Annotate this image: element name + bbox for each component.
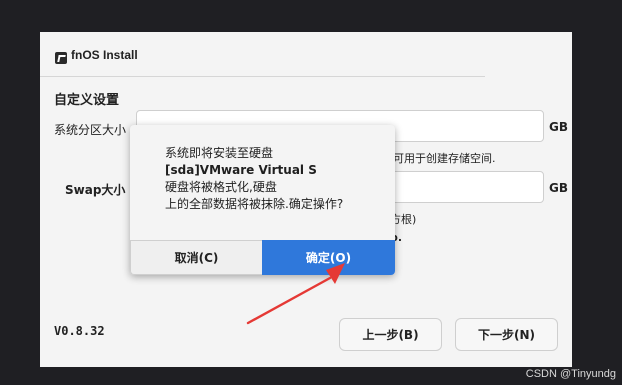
dialog-buttons: 取消(C) 确定(O) xyxy=(130,240,395,275)
titlebar-divider xyxy=(40,76,485,77)
swap-size-label: Swap大小 xyxy=(65,183,126,197)
fnos-logo-icon xyxy=(55,52,67,64)
dialog-message-line-4: 上的全部数据将被抹除.确定操作? xyxy=(165,197,344,211)
confirm-install-dialog: 系统即将安装至硬盘 [sda]VMware Virtual S 硬盘将被格式化,… xyxy=(130,125,395,275)
cancel-button[interactable]: 取消(C) xyxy=(130,240,262,275)
confirm-button[interactable]: 确定(O) xyxy=(262,240,395,275)
previous-step-button[interactable]: 上一步(B) xyxy=(339,318,442,351)
dialog-message: 系统即将安装至硬盘 [sda]VMware Virtual S 硬盘将被格式化,… xyxy=(165,145,385,213)
section-title: 自定义设置 xyxy=(54,93,120,108)
watermark: CSDN @Tinyundg xyxy=(525,368,616,380)
window-title: fnOS Install xyxy=(71,48,138,62)
dialog-message-line-1: 系统即将安装至硬盘 xyxy=(165,146,274,160)
version-label: V0.8.32 xyxy=(54,324,105,338)
next-step-button[interactable]: 下一步(N) xyxy=(455,318,558,351)
swap-size-unit: GB xyxy=(549,181,568,195)
system-partition-unit: GB xyxy=(549,120,568,134)
window-titlebar: fnOS Install xyxy=(40,32,572,82)
dialog-message-line-3: 硬盘将被格式化,硬盘 xyxy=(165,180,277,194)
dialog-message-line-2: [sda]VMware Virtual S xyxy=(165,163,317,177)
system-partition-label: 系统分区大小 xyxy=(54,123,127,137)
